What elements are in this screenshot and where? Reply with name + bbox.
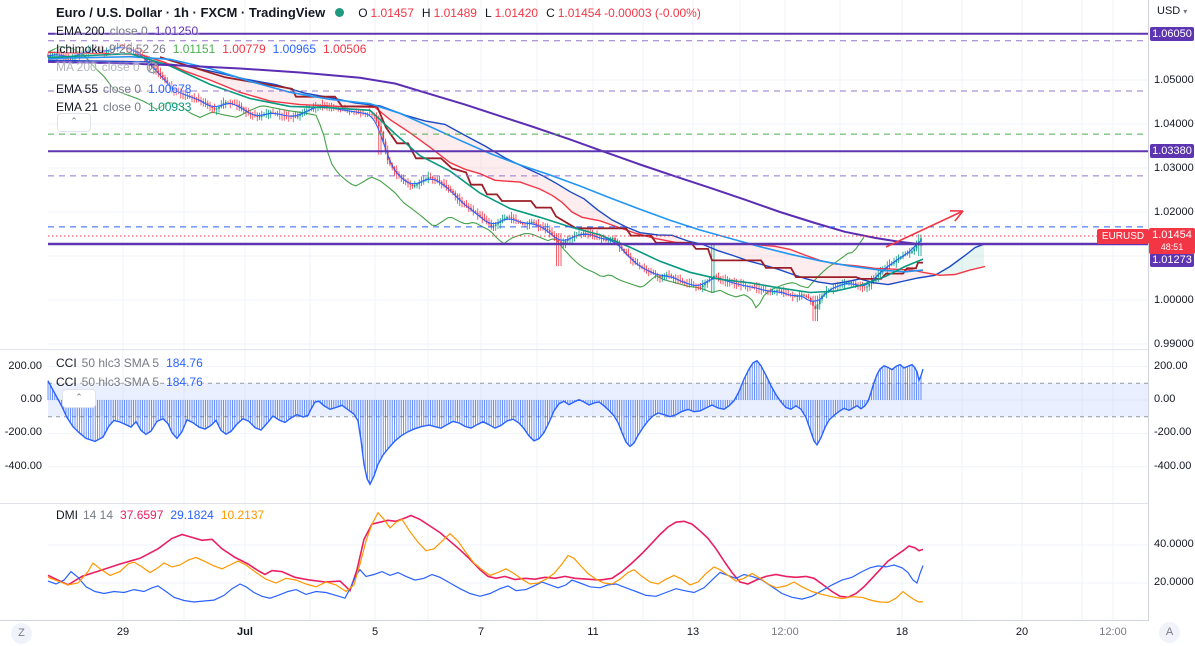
- legend-label: CCI: [56, 375, 77, 389]
- legend-params: 14 14: [83, 508, 114, 522]
- cci-band: [48, 382, 1148, 418]
- legend-row-cci-cci[interactable]: CCI 50 hlc3 SMA 5 184.76: [56, 356, 203, 370]
- price-axis-label: 1.03000: [1154, 162, 1194, 174]
- time-axis-label: 5: [371, 626, 379, 638]
- currency-selector[interactable]: USD ▾: [1157, 5, 1187, 17]
- legend-value: 1.00779: [222, 42, 266, 56]
- grid-lines: [48, 0, 1148, 620]
- ohlc-open-label: O: [358, 5, 368, 20]
- ohlc-change-value: -0.00003 (-0.00%): [604, 5, 701, 20]
- price-axis-label: -400.00: [1154, 460, 1192, 472]
- legend-value: 184.76: [166, 375, 203, 389]
- auto-scale-button[interactable]: A: [1159, 622, 1180, 643]
- legend-params: 50 hlc3 SMA 5: [81, 375, 160, 389]
- legend-value: 1.01250: [154, 24, 199, 38]
- chevron-down-icon: ▾: [1183, 7, 1188, 16]
- legend-params: close 0: [109, 24, 148, 38]
- legend-value: 1.00965: [272, 42, 317, 56]
- legend-params: 9 26 52 26: [109, 42, 166, 56]
- market-status-icon: [335, 8, 345, 17]
- legend-params: 50 hlc3 SMA 5: [81, 356, 160, 370]
- collapse-legend-button[interactable]: ⌃: [57, 113, 91, 132]
- legend-row-price-ichimoku[interactable]: Ichimoku 9 26 52 26 1.01151 1.00779 1.00965 1…: [56, 42, 366, 56]
- tradingview-chart-window: Euro / U.S. Dollar · 1h · FXCM · Trading…: [0, 0, 1195, 646]
- dmi-plot: [47, 511, 924, 604]
- price-axis-label: 0.00: [1154, 393, 1176, 405]
- legend-row-price-ema-200[interactable]: EMA 200 close 0 1.01250: [56, 24, 198, 38]
- price-axis-label: 0.99000: [1154, 338, 1194, 350]
- last-price-value: 1.01454: [1152, 229, 1192, 241]
- legend-params: close 0: [101, 60, 140, 74]
- legend-label: DMI: [56, 508, 78, 522]
- legend-value: 29.1824: [170, 508, 214, 522]
- cci-axis-label-left: -200.00: [4, 426, 42, 438]
- level-price-badge: 1.06050: [1150, 27, 1194, 41]
- legend-row-cci-cci[interactable]: CCI 50 hlc3 SMA 5 184.76: [56, 375, 203, 389]
- legend-label: EMA 21: [56, 100, 99, 114]
- ohlc-high-value: 1.01489: [433, 5, 477, 20]
- timezone-button[interactable]: Z: [11, 623, 32, 644]
- legend-label: MA 200: [56, 60, 97, 74]
- legend-label: EMA 200: [56, 24, 105, 38]
- price-axis-label: 1.05000: [1154, 74, 1194, 86]
- ohlc-low-label: L: [484, 5, 492, 20]
- level-price-badge: 1.03380: [1150, 144, 1194, 158]
- panel-frame: [0, 0, 1195, 646]
- legend-row-price-ema-21[interactable]: EMA 21 close 0 1.00933: [56, 100, 191, 114]
- ohlc-open-value: 1.01457: [370, 5, 414, 20]
- legend-params: close 0: [103, 82, 142, 96]
- ohlc-values: O 1.01457 H 1.01489 L 1.01420 C 1.01454 …: [353, 6, 701, 20]
- legend-value: 10.2137: [220, 508, 265, 522]
- price-axis[interactable]: USD ▾ 1.05000 1.04000 1.03000 1.02000 1.0000…: [1149, 0, 1195, 646]
- ohlc-low-value: 1.01420: [494, 5, 539, 20]
- legend-label: EMA 55: [56, 82, 99, 96]
- currency-label: USD: [1157, 5, 1181, 17]
- time-axis-label: 12:00: [1099, 626, 1127, 638]
- ohlc-high-label: H: [421, 5, 431, 20]
- time-axis-label: 18: [895, 626, 909, 638]
- eye-off-icon[interactable]: [146, 61, 159, 74]
- last-price-badge: 1.01454 48:51: [1149, 228, 1195, 254]
- price-axis-label: 40.0000: [1154, 538, 1194, 550]
- price-axis-label: 200.00: [1154, 360, 1188, 372]
- symbol-title[interactable]: Euro / U.S. Dollar · 1h · FXCM · Trading…: [56, 5, 325, 20]
- price-axis-label: 1.00000: [1154, 294, 1194, 306]
- legend-value: 184.76: [166, 356, 203, 370]
- legend-row-price-ma-200[interactable]: MA 200 close 0: [56, 60, 159, 74]
- price-axis-label: -200.00: [1154, 426, 1192, 438]
- legend-row-dmi-dmi[interactable]: DMI 14 14 37.6597 29.1824 10.2137: [56, 508, 264, 522]
- time-axis-label: 29: [116, 626, 130, 638]
- time-axis-label: Jul: [237, 626, 253, 638]
- chart-canvas[interactable]: [0, 0, 1195, 646]
- ohlc-close-value: 1.01454: [557, 5, 602, 20]
- level-price-badge: 1.01273: [1150, 253, 1194, 267]
- legend-label: Ichimoku: [56, 42, 105, 56]
- legend-row-price-ema-55[interactable]: EMA 55 close 0 1.00678: [56, 82, 191, 96]
- trend-arrow-annotation: [885, 210, 964, 248]
- time-axis-label: 12:00: [771, 626, 799, 638]
- ohlc-close-label: C: [546, 5, 555, 20]
- time-axis[interactable]: 29 Jul 5 7 11 13 12:00 18 20 12:00: [0, 621, 1149, 646]
- legend-params: close 0: [103, 100, 142, 114]
- legend-value: 1.00506: [323, 42, 367, 56]
- price-axis-label: 1.04000: [1154, 118, 1194, 130]
- time-axis-label: 13: [686, 626, 700, 638]
- cci-axis-label-left: -400.00: [4, 460, 42, 472]
- cci-axis-label-left: 0.00: [20, 393, 42, 405]
- price-axis-label: 20.0000: [1154, 576, 1194, 588]
- cci-axis-label-left: 200.00: [8, 360, 42, 372]
- legend-value: 1.00678: [148, 82, 192, 96]
- chart-header: Euro / U.S. Dollar · 1h · FXCM · Trading…: [56, 5, 701, 20]
- price-axis-label: 1.02000: [1154, 206, 1194, 218]
- time-axis-label: 20: [1015, 626, 1029, 638]
- bar-countdown: 48:51: [1160, 242, 1184, 252]
- legend-value: 1.00933: [148, 100, 192, 114]
- legend-value: 1.01151: [172, 42, 216, 56]
- symbol-price-tag: EURUSD: [1097, 229, 1149, 244]
- legend-value: 37.6597: [120, 508, 164, 522]
- legend-label: CCI: [56, 356, 77, 370]
- collapse-cci-legend-button[interactable]: ⌃: [62, 389, 96, 408]
- time-axis-label: 11: [587, 626, 599, 638]
- time-axis-label: 7: [477, 626, 485, 638]
